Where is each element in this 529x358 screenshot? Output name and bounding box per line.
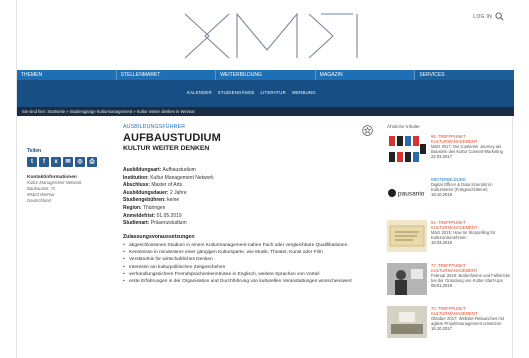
main-content: AUSBILDUNGSFÜHRER AUFBAUSTUDIUM KULTUR W… (123, 124, 379, 286)
fact-row: Anmeldefrist: 01.05.2019 (123, 212, 182, 219)
nav-item-stellenmarkt[interactable]: STELLENMARKT (117, 70, 217, 80)
related-text: März 2015: How to! Storytelling für Kult… (431, 230, 496, 240)
related-item[interactable]: 66. TREFFPUNKT KULTURMANAGEMENT März 201… (387, 134, 511, 172)
subnav-kalender[interactable]: KALENDER (187, 90, 212, 95)
facts-list: Ausbildungsart: Aufbaustudium Institutio… (123, 167, 379, 228)
contact-line: Deutschland (27, 198, 51, 203)
page-title: AUFBAUSTUDIUM (123, 132, 221, 144)
breadcrumb[interactable]: Sie sind hier: Startseite » Studiengänge… (22, 109, 195, 114)
page-frame: LOG IN THEMEN STELLENMARKT WEITERBILDUNG… (16, 0, 514, 358)
list-item: verhandlungssichere Fremdsprachenkenntni… (123, 271, 379, 279)
related-text: Februar 2019: Bodenheime und Fallstricke… (431, 273, 511, 283)
search-icon[interactable] (495, 12, 504, 21)
fact-row: Studienart: Präsenzstudium (123, 220, 187, 227)
section-eyebrow[interactable]: AUSBILDUNGSFÜHRER (123, 124, 379, 130)
list-item: abgeschlossenes Studium in einem Kulturm… (123, 242, 379, 250)
site-header: LOG IN (17, 0, 514, 70)
related-thumbnail[interactable] (387, 220, 427, 252)
related-item[interactable]: 70. TREFFPUNKT KULTURMANAGEMENT Oktober … (387, 306, 511, 344)
nav-item-themen[interactable]: THEMEN (17, 70, 117, 80)
subnav-studiengaenge[interactable]: STUDIENGÄNGE (218, 90, 255, 95)
related-thumbnail[interactable] (387, 306, 427, 338)
subnav-werbung[interactable]: WERBUNG (292, 90, 316, 95)
fact-row: Studiengebühren: keine (123, 197, 180, 204)
fact-row: Ausbildungsdauer: 2 Jahre (123, 189, 187, 196)
breadcrumb-bar: Sie sind hier: Startseite » Studiengänge… (17, 107, 514, 116)
xing-icon[interactable]: x (51, 157, 61, 167)
related-item[interactable]: pausanio WEITERBILDUNG Digital Officer &… (387, 177, 511, 215)
related-kicker[interactable]: 77. TREFFPUNKT KULTURMANAGEMENT (431, 263, 511, 273)
print-icon[interactable]: ⎙ (87, 157, 97, 167)
fact-row: Institution: Kultur Management Network (123, 174, 214, 181)
subnav-literatur[interactable]: LITERATUR (261, 90, 286, 95)
whatsapp-icon[interactable]: ◎ (75, 157, 85, 167)
related-date: 18.10.2018 (431, 192, 452, 197)
share-buttons: t f x ✉ ◎ ⎙ (27, 157, 102, 167)
list-item: erste Erfahrungen in der Organisation un… (123, 278, 379, 286)
page-subtitle: KULTUR WEITER DENKEN (123, 145, 210, 152)
related-date: 16.10.2017 (431, 326, 452, 331)
related-item[interactable]: 54. TREFFPUNKT KULTURMANAGEMENT März 201… (387, 220, 511, 258)
email-icon[interactable]: ✉ (63, 157, 73, 167)
bookmark-star-icon[interactable] (362, 125, 373, 136)
nav-item-weiterbildung[interactable]: WEITERBILDUNG (216, 70, 316, 80)
pausanio-logo: pausanio (398, 191, 425, 198)
related-text: Oktober 2017: Website-Relaunches mit agi… (431, 316, 505, 326)
related-date: 18.03.2015 (431, 240, 452, 245)
left-sidebar: Teilen t f x ✉ ◎ ⎙ Kontaktinformationen … (27, 148, 102, 204)
main-nav: THEMEN STELLENMARKT WEITERBILDUNG MAGAZI… (17, 70, 514, 80)
related-text: März 2017: Die Customer Journey als Baus… (431, 144, 503, 154)
facebook-icon[interactable]: f (39, 157, 49, 167)
related-text: Digital Officer & Data Scientist im Kult… (431, 182, 493, 192)
related-kicker[interactable]: 70. TREFFPUNKT KULTURMANAGEMENT (431, 306, 511, 316)
requirements-list: abgeschlossenes Studium in einem Kulturm… (123, 242, 379, 286)
requirements-title: Zulassungsvoraussetzungen (123, 233, 195, 240)
fact-row: Abschluss: Master of Arts (123, 182, 183, 189)
twitter-icon[interactable]: t (27, 157, 37, 167)
related-kicker[interactable]: 66. TREFFPUNKT KULTURMANAGEMENT (431, 134, 511, 144)
related-thumbnail[interactable]: pausanio (387, 177, 427, 209)
related-item[interactable]: 77. TREFFPUNKT KULTURMANAGEMENT Februar … (387, 263, 511, 301)
fact-row: Region: Thüringen (123, 204, 166, 211)
list-item: Interesse am kulturpolitischen Zeitgesch… (123, 264, 379, 272)
related-heading: Ähnliche Inhalte (387, 124, 420, 129)
related-kicker[interactable]: 54. TREFFPUNKT KULTURMANAGEMENT (431, 220, 511, 230)
list-item: Verständnis für wirtschaftliches Denken (123, 256, 379, 264)
login-link[interactable]: LOG IN (473, 14, 492, 20)
list-item: Kenntnisse in mindestens einer gängigen … (123, 249, 379, 257)
fact-row: Ausbildungsart: Aufbaustudium (123, 167, 196, 173)
share-label: Teilen (27, 148, 42, 154)
kmn-logo[interactable] (175, 10, 365, 62)
nav-item-services[interactable]: SERVICES (415, 70, 514, 80)
related-thumbnail[interactable] (387, 134, 427, 166)
related-thumbnail[interactable] (387, 263, 427, 295)
related-date: 08.01.2019 (431, 283, 452, 288)
sub-nav: KALENDER STUDIENGÄNGE LITERATUR WERBUNG (17, 80, 514, 107)
nav-item-magazin[interactable]: MAGAZIN (316, 70, 416, 80)
related-sidebar: Ähnliche Inhalte 66. TREFFPUNKT KULTURMA… (387, 124, 511, 344)
related-date: 22.03.2017 (431, 154, 452, 159)
